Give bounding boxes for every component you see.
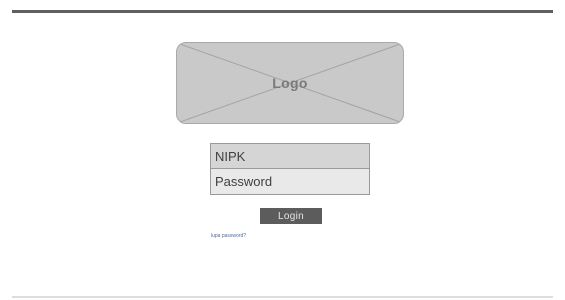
top-divider — [12, 10, 553, 13]
login-form: NIPK Password — [210, 143, 370, 195]
bottom-divider — [12, 296, 553, 298]
login-button[interactable]: Login — [260, 208, 322, 224]
password-field-label: Password — [215, 174, 273, 189]
logo-text: Logo — [272, 75, 308, 91]
forgot-password-link[interactable]: lupa password? — [211, 233, 246, 239]
logo-placeholder: Logo — [176, 42, 404, 124]
nipk-field[interactable]: NIPK — [210, 143, 370, 169]
nipk-field-label: NIPK — [215, 148, 246, 164]
password-field[interactable]: Password — [210, 169, 370, 195]
